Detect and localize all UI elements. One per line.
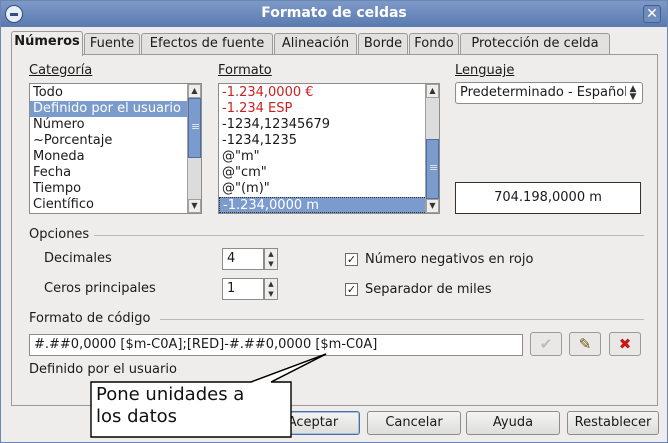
list-item[interactable]: Número <box>30 117 201 133</box>
accept-button[interactable]: Aceptar <box>266 411 360 435</box>
tab-proteccion-celda[interactable]: Protección de celda <box>460 33 610 55</box>
spin-down-icon[interactable]: ▼ <box>265 289 277 299</box>
list-item[interactable]: Científico <box>30 197 201 213</box>
categoria-label: Categoría <box>29 63 93 78</box>
note-icon: ✎ <box>578 335 592 353</box>
list-item[interactable]: @"(m)" <box>219 181 439 197</box>
tab-alineacion[interactable]: Alineación <box>274 33 357 55</box>
spin-up-icon[interactable]: ▲ <box>265 249 277 259</box>
title-bar[interactable]: Formato de celdas ✕ <box>1 1 667 27</box>
edit-comment-button[interactable]: ✎ <box>569 332 601 356</box>
scroll-thumb[interactable] <box>188 98 201 158</box>
ceros-field[interactable]: 1 <box>222 278 264 300</box>
list-item[interactable]: ~Porcentaje <box>30 133 201 149</box>
spin-buttons[interactable]: ▲ ▼ <box>264 278 278 300</box>
help-button[interactable]: Ayuda <box>466 411 560 435</box>
check-icon: ✔ <box>539 335 553 353</box>
lenguaje-label: Lenguaje <box>455 63 515 78</box>
formato-label: Formato <box>218 63 272 78</box>
decimales-label: Decimales <box>44 251 112 266</box>
list-item[interactable]: -1.234,0000 m <box>219 197 439 213</box>
separador-checkbox[interactable]: ✓ <box>345 283 358 296</box>
format-description: Definido por el usuario <box>29 362 177 377</box>
divider <box>94 235 644 236</box>
updown-icon: ▲ ▼ <box>629 84 637 102</box>
numbers-panel: Categoría Todo Definido por el usuario N… <box>11 54 658 406</box>
formato-list[interactable]: -1.234,0000 € -1.234 ESP -1234,12345679 … <box>218 83 440 214</box>
format-preview: 704.198,0000 m <box>455 182 641 214</box>
list-item[interactable]: -1.234 ESP <box>219 101 439 117</box>
codigo-label: Formato de código <box>29 311 151 326</box>
delete-format-button[interactable]: ✖ <box>609 332 641 356</box>
list-item[interactable]: -1.234,0000 € <box>219 85 439 101</box>
lenguaje-select[interactable]: Predeterminado - Español (España) ▲▼ <box>455 82 643 104</box>
list-item[interactable]: -1234,12345679 <box>219 117 439 133</box>
negativos-checkbox[interactable]: ✓ <box>345 253 358 266</box>
negativos-label: Número negativos en rojo <box>365 252 534 267</box>
scroll-down-icon[interactable]: ▼ <box>188 199 201 213</box>
annotation-line: los datos <box>96 406 178 427</box>
separador-label: Separador de miles <box>365 282 492 297</box>
scroll-up-icon[interactable]: ▲ <box>426 84 439 98</box>
divider <box>160 319 644 320</box>
categoria-list[interactable]: Todo Definido por el usuario Número ~Por… <box>29 83 202 214</box>
tab-fondo[interactable]: Fondo <box>409 33 459 55</box>
list-item[interactable]: @"cm" <box>219 165 439 181</box>
scroll-down-icon[interactable]: ▼ <box>426 199 439 213</box>
tab-borde[interactable]: Borde <box>358 33 408 55</box>
list-item[interactable]: Fecha <box>30 165 201 181</box>
spin-down-icon[interactable]: ▼ <box>265 259 277 269</box>
scroll-up-icon[interactable]: ▲ <box>188 84 201 98</box>
tab-numeros[interactable]: Números <box>11 31 83 56</box>
delete-icon: ✖ <box>618 335 632 353</box>
list-item[interactable]: Definido por el usuario <box>30 101 201 117</box>
ceros-label: Ceros principales <box>44 281 156 296</box>
add-format-button[interactable]: ✔ <box>530 332 562 356</box>
scroll-thumb[interactable] <box>426 139 439 199</box>
spin-buttons[interactable]: ▲ ▼ <box>264 248 278 270</box>
list-item[interactable]: -1234,1235 <box>219 133 439 149</box>
reset-button[interactable]: Restablecer <box>567 411 659 435</box>
formato-scrollbar[interactable]: ▲ ▼ <box>425 84 439 213</box>
tab-efectos-fuente[interactable]: Efectos de fuente <box>141 33 273 55</box>
format-cells-dialog: Formato de celdas ✕ Números Fuente Efect… <box>0 0 668 443</box>
decimales-label-text: Decimales <box>44 251 112 266</box>
cancel-button[interactable]: Cancelar <box>367 411 461 435</box>
list-item[interactable]: Moneda <box>30 149 201 165</box>
lenguaje-value: Predeterminado - Español (España) <box>460 85 626 100</box>
window-title: Formato de celdas <box>261 5 407 21</box>
decimales-field[interactable]: 4 <box>222 248 264 270</box>
tab-fuente[interactable]: Fuente <box>84 33 140 55</box>
list-item[interactable]: Tiempo <box>30 181 201 197</box>
categoria-scrollbar[interactable]: ▲ ▼ <box>187 84 201 213</box>
opciones-label: Opciones <box>29 227 90 242</box>
close-icon[interactable]: ✕ <box>643 5 661 23</box>
spin-up-icon[interactable]: ▲ <box>265 279 277 289</box>
format-code-input[interactable]: #.##0,0000 [$m-C0A];[RED]-#.##0,0000 [$m… <box>29 334 523 356</box>
list-item[interactable]: @"m" <box>219 149 439 165</box>
list-item[interactable]: Todo <box>30 85 201 101</box>
